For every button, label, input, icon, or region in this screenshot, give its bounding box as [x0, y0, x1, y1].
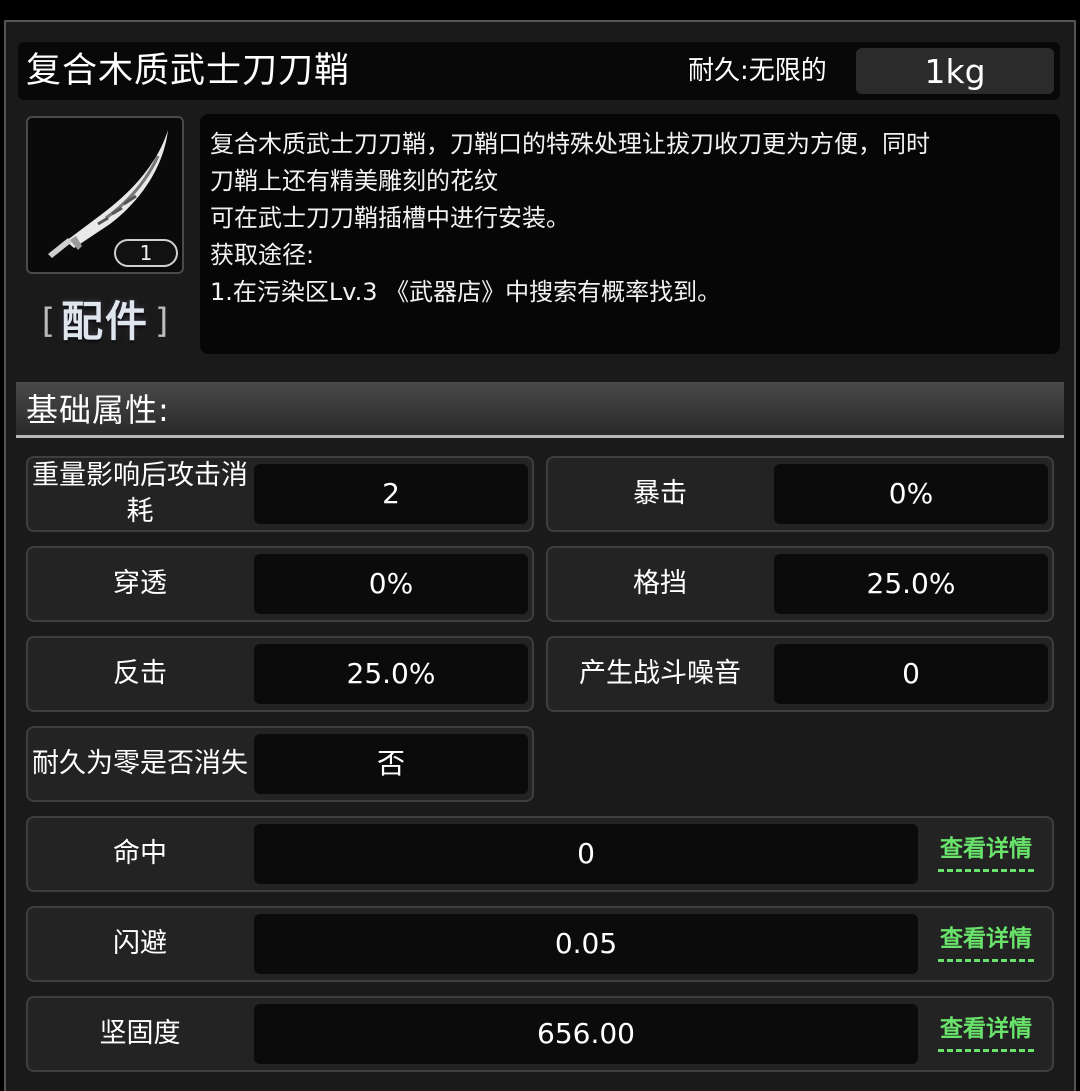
- section-title: 基础属性:: [26, 391, 170, 429]
- stat-counter: 反击 25.0%: [26, 636, 534, 712]
- stat-value: 0: [774, 644, 1048, 704]
- view-details-link[interactable]: 查看详情: [936, 1012, 1036, 1052]
- category-bracket-open: [: [41, 301, 55, 342]
- stat-label: 格挡: [633, 568, 687, 599]
- stat-label: 坚固度: [99, 1018, 181, 1049]
- description-line: 获取途径:: [210, 241, 315, 269]
- stat-value: 否: [254, 734, 528, 794]
- stat-crit: 暴击 0%: [546, 456, 1054, 532]
- stat-label: 耐久为零是否消失: [32, 748, 248, 779]
- description-line: 可在武士刀刀鞘插槽中进行安装。: [210, 204, 570, 232]
- description-line: 1.在污染区Lv.3 《武器店》中搜索有概率找到。: [210, 278, 722, 306]
- stat-value: 2: [254, 464, 528, 524]
- item-count-badge: 1: [114, 239, 178, 267]
- stat-combat-noise: 产生战斗噪音 0: [546, 636, 1054, 712]
- stat-value: 25.0%: [774, 554, 1048, 614]
- item-description: 复合木质武士刀刀鞘，刀鞘口的特殊处理让拔刀收刀更为方便，同时 刀鞘上还有精美雕刻…: [200, 114, 1060, 354]
- stat-label: 穿透: [113, 568, 167, 599]
- stat-label: 产生战斗噪音: [579, 658, 741, 689]
- description-line: 复合木质武士刀刀鞘，刀鞘口的特殊处理让拔刀收刀更为方便，同时: [210, 130, 930, 158]
- weight-value: 1kg: [856, 48, 1054, 94]
- stat-label: 命中: [113, 838, 167, 869]
- stat-value: 0.05: [254, 914, 918, 974]
- stat-label: 反击: [113, 658, 167, 689]
- view-details-link[interactable]: 查看详情: [936, 832, 1036, 872]
- stat-label: 暴击: [633, 478, 687, 509]
- item-icon-frame[interactable]: 1: [26, 116, 184, 274]
- stat-block: 格挡 25.0%: [546, 546, 1054, 622]
- stat-label: 闪避: [113, 928, 167, 959]
- item-title: 复合木质武士刀刀鞘: [26, 51, 351, 91]
- stat-value: 0: [254, 824, 918, 884]
- category-name: 配件: [60, 296, 149, 346]
- stat-value: 0%: [774, 464, 1048, 524]
- stat-value: 25.0%: [254, 644, 528, 704]
- stat-value: 656.00: [254, 1004, 918, 1064]
- stat-dodge: 闪避 0.05 查看详情: [26, 906, 1054, 982]
- stat-vanish-on-break: 耐久为零是否消失 否: [26, 726, 534, 802]
- section-header: [16, 382, 1064, 438]
- description-line: 刀鞘上还有精美雕刻的花纹: [210, 167, 498, 195]
- item-category: [配件]: [26, 292, 184, 350]
- stat-label: 重量影响后攻击消耗: [32, 460, 248, 527]
- stat-penetration: 穿透 0%: [26, 546, 534, 622]
- view-details-link[interactable]: 查看详情: [936, 922, 1036, 962]
- durability-label: 耐久:无限的: [688, 56, 827, 86]
- category-bracket-close: ]: [155, 301, 169, 342]
- stat-hit: 命中 0 查看详情: [26, 816, 1054, 892]
- stat-sturdiness: 坚固度 656.00 查看详情: [26, 996, 1054, 1072]
- stat-value: 0%: [254, 554, 528, 614]
- stat-attack-cost: 重量影响后攻击消耗 2: [26, 456, 534, 532]
